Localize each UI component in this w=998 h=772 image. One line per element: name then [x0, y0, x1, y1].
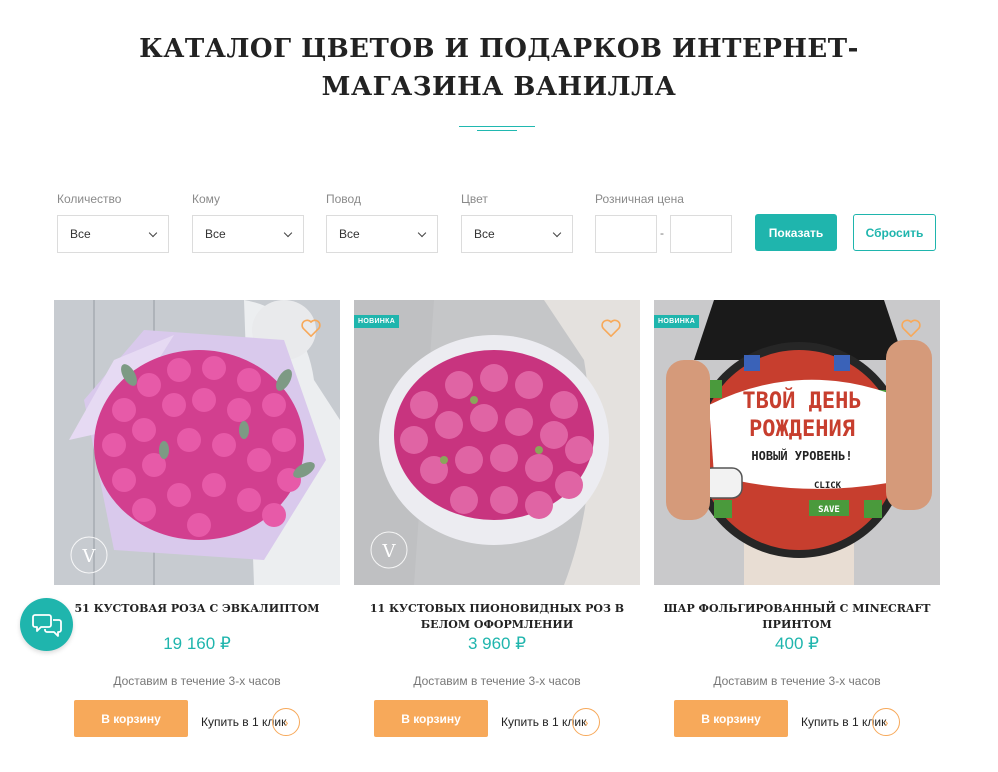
title-divider — [459, 126, 535, 132]
filter-label-quantity: Количество — [57, 192, 122, 206]
buy-one-click-link[interactable]: Купить в 1 клик › — [801, 708, 901, 736]
show-button[interactable]: Показать — [755, 214, 837, 251]
balloon-text-line2: РОЖДЕНИЯ — [749, 417, 855, 442]
product-title[interactable]: 51 КУСТОВАЯ РОЗА С ЭВКАЛИПТОМ — [54, 601, 340, 617]
product-image[interactable]: V — [54, 300, 340, 585]
filter-value-occasion: Все — [339, 227, 360, 241]
filter-label-occasion: Повод — [326, 192, 361, 206]
add-to-cart-button[interactable]: В корзину — [374, 700, 488, 737]
reset-button[interactable]: Сбросить — [853, 214, 936, 251]
page-title: КАТАЛОГ ЦВЕТОВ И ПОДАРКОВ ИНТЕРНЕТ-МАГАЗ… — [139, 34, 859, 102]
chevron-right-icon: › — [572, 708, 601, 736]
filter-label-color: Цвет — [461, 192, 488, 206]
filter-select-occasion[interactable]: Все — [326, 215, 438, 253]
delivery-note: Доставим в течение 3-х часов — [713, 674, 881, 688]
balloon-text-click: CLICK — [814, 481, 842, 491]
product-card[interactable]: V НОВИНКА 11 КУСТОВЫХ ПИОНОВИДНЫХ РОЗ В … — [354, 300, 640, 740]
filter-value-quantity: Все — [70, 227, 91, 241]
product-card[interactable]: ТВОЙ ДЕНЬ РОЖДЕНИЯ НОВЫЙ УРОВЕНЬ! CLICK … — [654, 300, 940, 740]
filter-select-recipient[interactable]: Все — [192, 215, 304, 253]
heart-outline-icon[interactable] — [600, 318, 622, 338]
new-badge: НОВИНКА — [354, 315, 400, 328]
svg-text:V: V — [382, 541, 397, 562]
chevron-down-icon — [417, 228, 427, 237]
product-image[interactable]: V — [354, 300, 640, 585]
delivery-note: Доставим в течение 3-х часов — [113, 674, 281, 688]
product-title[interactable]: ШАР ФОЛЬГИРОВАННЫЙ С MINECRAFT ПРИНТОМ — [654, 601, 940, 633]
heart-outline-icon[interactable] — [900, 318, 922, 338]
price-from-input[interactable] — [595, 215, 657, 253]
add-to-cart-button[interactable]: В корзину — [74, 700, 188, 737]
filter-value-recipient: Все — [205, 227, 226, 241]
chevron-right-icon: › — [872, 708, 901, 736]
balloon-text-line3: НОВЫЙ УРОВЕНЬ! — [751, 448, 852, 463]
product-image[interactable]: ТВОЙ ДЕНЬ РОЖДЕНИЯ НОВЫЙ УРОВЕНЬ! CLICK … — [654, 300, 940, 585]
chevron-down-icon — [552, 228, 562, 237]
filter-select-quantity[interactable]: Все — [57, 215, 169, 253]
chat-bubbles-icon — [31, 613, 62, 637]
product-price: 19 160 ₽ — [163, 634, 231, 653]
filter-value-color: Все — [474, 227, 495, 241]
price-to-input[interactable] — [670, 215, 732, 253]
delivery-note: Доставим в течение 3-х часов — [413, 674, 581, 688]
chevron-down-icon — [283, 228, 293, 237]
chat-button[interactable] — [20, 598, 73, 651]
heart-outline-icon[interactable] — [300, 318, 322, 338]
chevron-down-icon — [148, 228, 158, 237]
balloon-text-line1: ТВОЙ ДЕНЬ — [742, 388, 861, 414]
chevron-right-icon: › — [272, 708, 301, 736]
new-badge: НОВИНКА — [654, 315, 700, 328]
buy-one-click-link[interactable]: Купить в 1 клик › — [201, 708, 301, 736]
product-price: 400 ₽ — [775, 634, 819, 653]
product-card[interactable]: V 51 КУСТОВАЯ РОЗА С ЭВКАЛИПТОМ 19 160 ₽… — [54, 300, 340, 740]
price-separator: - — [660, 226, 664, 240]
filter-label-price: Розничная цена — [595, 192, 684, 206]
filter-label-recipient: Кому — [192, 192, 221, 206]
svg-text:V: V — [82, 546, 97, 567]
add-to-cart-button[interactable]: В корзину — [674, 700, 788, 737]
filter-select-color[interactable]: Все — [461, 215, 573, 253]
product-title[interactable]: 11 КУСТОВЫХ ПИОНОВИДНЫХ РОЗ В БЕЛОМ ОФОР… — [354, 601, 640, 633]
balloon-text-save: SAVE — [818, 505, 840, 515]
product-price: 3 960 ₽ — [467, 634, 527, 653]
buy-one-click-link[interactable]: Купить в 1 клик › — [501, 708, 601, 736]
